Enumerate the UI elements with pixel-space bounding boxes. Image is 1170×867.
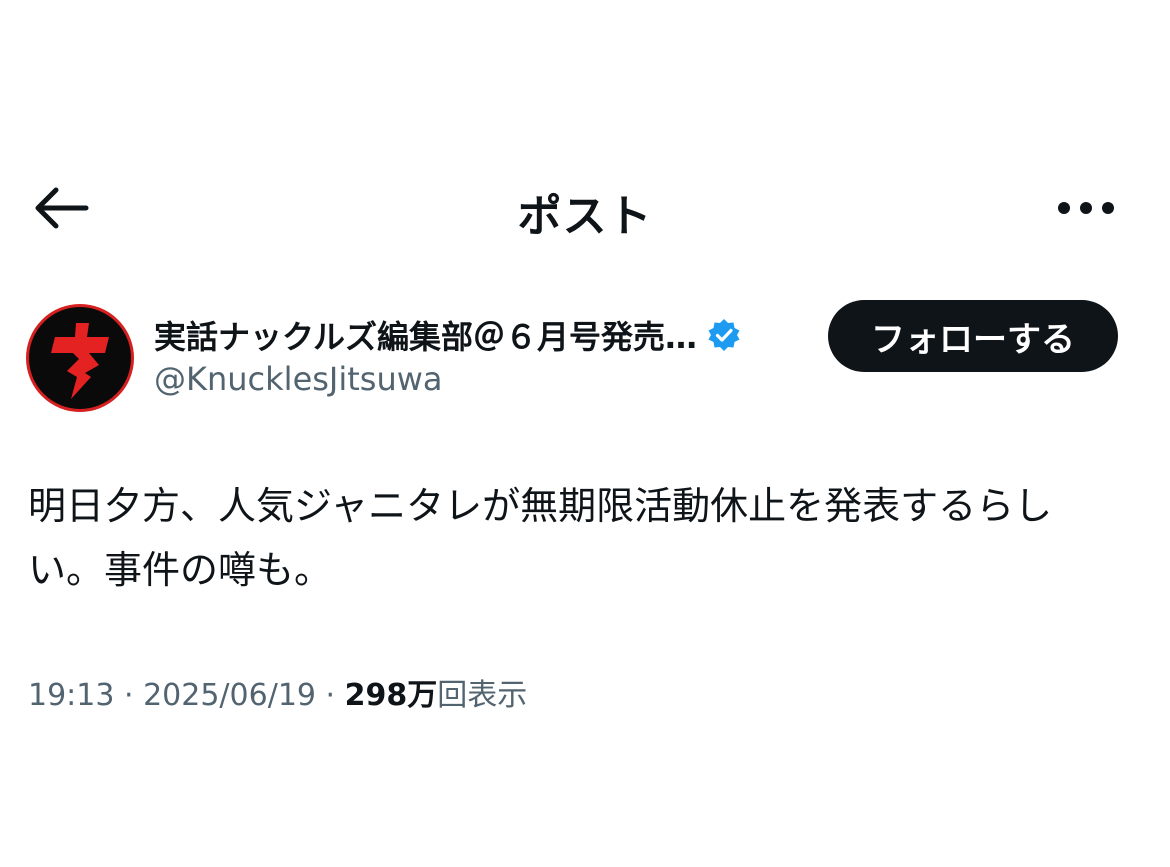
meta-separator: · — [114, 678, 144, 713]
more-horizontal-icon — [1058, 202, 1114, 214]
follow-button[interactable]: フォローする — [828, 300, 1118, 372]
post-metadata: 19:13 · 2025/06/19 · 298万回表示 — [28, 670, 527, 714]
post-time[interactable]: 19:13 — [28, 678, 114, 713]
views-label: 回表示 — [437, 678, 528, 713]
post-date[interactable]: 2025/06/19 — [143, 678, 316, 713]
author-handle[interactable]: @KnucklesJitsuwa — [154, 360, 443, 398]
meta-separator: · — [316, 678, 345, 713]
top-app-bar: ポスト — [0, 160, 1170, 256]
verified-badge-icon — [707, 318, 741, 352]
post-text: 明日夕方、人気ジャニタレが無期限活動休止を発表するらしい。事件の噂も。 — [28, 484, 1053, 592]
page-title: ポスト — [517, 191, 653, 242]
name-row: 実話ナックルズ編集部＠６月号発売… — [154, 312, 741, 358]
views-count[interactable]: 298万 — [345, 678, 438, 713]
author-display-name[interactable]: 実話ナックルズ編集部＠６月号発売… — [154, 312, 697, 358]
post-author: 実話ナックルズ編集部＠６月号発売… @KnucklesJitsuwa フォローす… — [0, 300, 1170, 420]
avatar-logo-icon — [51, 323, 109, 399]
avatar[interactable] — [26, 304, 134, 412]
more-options-button[interactable] — [1046, 182, 1126, 234]
